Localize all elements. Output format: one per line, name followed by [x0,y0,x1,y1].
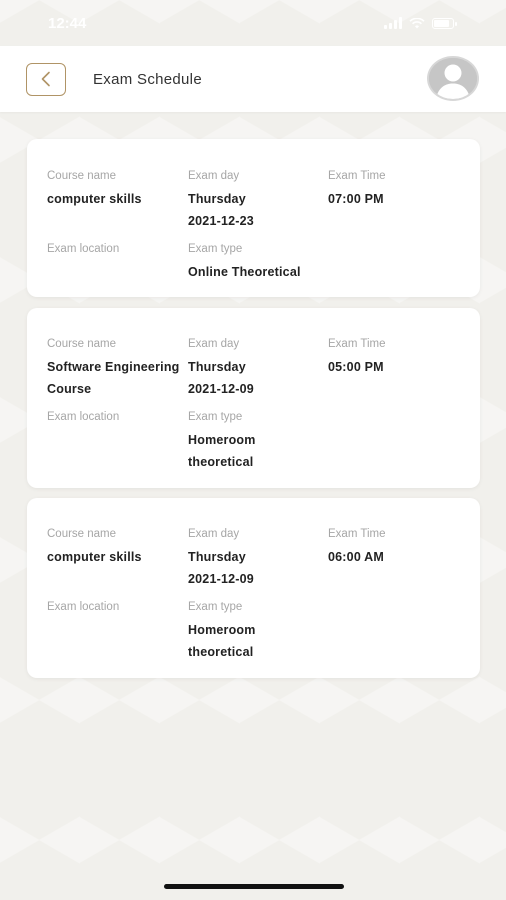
status-bar: 12:44 [0,0,506,46]
exam-type-label: Exam type [188,243,243,255]
home-indicator[interactable] [164,884,344,889]
back-button[interactable] [26,62,66,96]
exam-location-label: Exam location [47,243,120,255]
top-app-bar: Exam Schedule [0,46,506,112]
status-time: 12:44 [48,14,87,32]
user-icon [429,58,477,99]
exam-type-field: Exam type Homeroom theoretical [188,409,328,473]
course-name-field: Course name Software Engineering Course [47,336,187,400]
exam-time-value: 05:00 PM [328,360,384,374]
course-name-field: Course name computer skills [47,168,187,211]
course-name-value: computer skills [47,550,142,564]
exam-day-label: Exam day [188,338,240,350]
exam-time-field: Exam Time 05:00 PM [328,336,468,379]
exam-location-field: Exam location [47,241,187,262]
battery-icon [432,17,457,29]
exam-day-field: Exam day Thursday 2021-12-09 [188,336,328,400]
exam-date: 2021-12-09 [188,571,254,586]
exam-type-value: Online Theoretical [188,265,301,279]
exam-time-label: Exam Time [328,170,386,182]
exam-location-label: Exam location [47,411,120,423]
exam-day-name: Thursday [188,550,246,564]
wifi-icon [409,17,425,29]
exam-location-label: Exam location [47,601,120,613]
status-icons [384,17,457,29]
course-name-label: Course name [47,338,117,350]
exam-card[interactable]: Course name computer skills Exam day Thu… [27,498,480,678]
exam-time-label: Exam Time [328,528,386,540]
exam-date: 2021-12-23 [188,213,254,228]
course-name-value: computer skills [47,192,142,206]
exam-type-field: Exam type Homeroom theoretical [188,599,328,663]
exam-time-value: 06:00 AM [328,550,385,564]
exam-location-field: Exam location [47,409,187,430]
exam-day-label: Exam day [188,170,240,182]
exam-type-value: Homeroom theoretical [188,433,256,469]
exam-card[interactable]: Course name computer skills Exam day Thu… [27,139,480,297]
course-name-label: Course name [47,170,117,182]
exam-time-field: Exam Time 07:00 PM [328,168,468,211]
exam-day-name: Thursday [188,192,246,206]
course-name-value: Software Engineering Course [47,360,180,396]
chevron-left-icon [41,71,50,87]
exam-type-value: Homeroom theoretical [188,623,256,659]
exam-time-field: Exam Time 06:00 AM [328,526,468,569]
exam-day-name: Thursday [188,360,246,374]
course-name-field: Course name computer skills [47,526,187,569]
exam-type-label: Exam type [188,601,243,613]
avatar[interactable] [427,56,479,101]
exam-card[interactable]: Course name Software Engineering Course … [27,308,480,488]
exam-location-field: Exam location [47,599,187,620]
exam-time-label: Exam Time [328,338,386,350]
exam-time-value: 07:00 PM [328,192,384,206]
exam-day-field: Exam day Thursday 2021-12-23 [188,168,328,232]
exam-type-label: Exam type [188,411,243,423]
signal-icon [384,17,402,29]
exam-type-field: Exam type Online Theoretical [188,241,328,284]
exam-day-label: Exam day [188,528,240,540]
exam-date: 2021-12-09 [188,381,254,396]
course-name-label: Course name [47,528,117,540]
exam-day-field: Exam day Thursday 2021-12-09 [188,526,328,590]
page-title: Exam Schedule [93,70,202,88]
